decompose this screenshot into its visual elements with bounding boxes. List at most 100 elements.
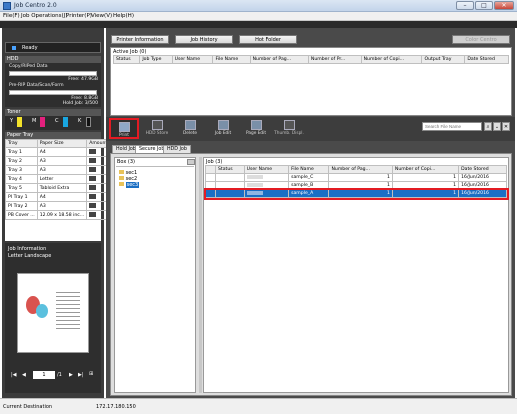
page-edit-label: Page Edit bbox=[245, 131, 267, 136]
color-centro-button: Color Centro bbox=[452, 35, 510, 44]
menu-view[interactable]: View(V) bbox=[91, 13, 112, 19]
active-col-header[interactable]: Status bbox=[112, 55, 141, 64]
active-col-header[interactable]: Job Type bbox=[139, 55, 173, 64]
prerip-data-label: Pre-RIP Data/Scan/Form bbox=[9, 83, 64, 88]
copy-data-free: Free: 47.9GB bbox=[68, 77, 98, 82]
page-navigator: |◀ ◀ 1 /1 ▶ ▶| ⊞ bbox=[11, 371, 95, 380]
prev-page-icon[interactable]: ◀ bbox=[22, 372, 26, 378]
menu-help[interactable]: Help(H) bbox=[113, 13, 134, 19]
first-page-icon[interactable]: |◀ bbox=[11, 372, 17, 378]
paper-tray-table-area: Tray Paper Size Amount Tray 1 A4 Tray 2 A3 T… bbox=[5, 139, 111, 241]
job-panel: Job (3) Status User Name File Name Number o… bbox=[203, 157, 509, 393]
active-col-header[interactable]: File Name bbox=[212, 55, 251, 64]
hdd-header: HDD bbox=[5, 56, 101, 63]
job-cell-file: sample_B bbox=[288, 181, 330, 190]
tray-cell-size: A4 bbox=[36, 147, 88, 157]
window-title: Job Centro 2.0 bbox=[14, 2, 57, 9]
page-edit-icon bbox=[250, 120, 262, 130]
job-row[interactable]: sample_A 1 1 16/Jun/2016 bbox=[203, 187, 509, 200]
panel-splitter[interactable] bbox=[199, 157, 202, 393]
job-col-header[interactable]: Date Stored bbox=[458, 165, 507, 174]
tray-level-icon bbox=[89, 157, 97, 163]
folder-item-sec3[interactable]: sec3 bbox=[119, 182, 140, 188]
job-cell-status bbox=[215, 181, 245, 190]
job-col-header[interactable]: Number of Pag... bbox=[328, 165, 393, 174]
tray-row: Tray 5 Tabloid Extra bbox=[5, 183, 111, 193]
close-button[interactable]: ✕ bbox=[494, 1, 514, 10]
job-row[interactable]: sample_C 1 1 16/Jun/2016 bbox=[205, 173, 507, 182]
thumbnail-icon bbox=[283, 120, 295, 130]
tray-row: PB Cover ... 12.09 x 18.58 inc... bbox=[5, 210, 111, 220]
job-col-header[interactable]: File Name bbox=[288, 165, 330, 174]
menu-printer[interactable]: Printer(P) bbox=[66, 13, 92, 19]
tray-level-icon bbox=[89, 202, 97, 208]
job-history-button[interactable]: Job History bbox=[175, 35, 233, 44]
left-panel: Ready HDD Copy/RIPed Data Free: 47.9GB P… bbox=[2, 28, 111, 398]
job-cell-copies: 1 bbox=[391, 181, 460, 190]
active-col-header[interactable]: Number of Copi... bbox=[360, 55, 423, 64]
job-row[interactable]: sample_B 1 1 16/Jun/2016 bbox=[205, 181, 507, 190]
tray-cell-tray: PB Cover ... bbox=[5, 210, 38, 220]
print-button[interactable]: Print bbox=[109, 118, 139, 139]
job-cell-file: sample_C bbox=[288, 173, 330, 182]
tray-level-icon bbox=[89, 166, 97, 172]
page-input[interactable]: 1 bbox=[33, 371, 55, 379]
toner-section: Y M C K bbox=[5, 116, 101, 130]
hot-folder-button[interactable]: Hot Folder bbox=[239, 35, 297, 44]
active-col-header[interactable]: Output Tray bbox=[421, 55, 466, 64]
active-col-header[interactable]: Number of Pag... bbox=[249, 55, 309, 64]
tray-level-icon bbox=[89, 184, 97, 190]
delete-button[interactable]: Delete bbox=[175, 118, 205, 139]
delete-label: Delete bbox=[182, 131, 198, 136]
search-input[interactable] bbox=[422, 122, 482, 131]
menu-file[interactable]: File(F) bbox=[3, 13, 20, 19]
status-bar: Current Destination 172.17.180.150 bbox=[0, 398, 517, 414]
box-title: Box (3) bbox=[117, 159, 135, 165]
printer-information-button[interactable]: Printer Information bbox=[111, 35, 169, 44]
hdd-section: Copy/RIPed Data Free: 47.9GB Pre-RIP Dat… bbox=[5, 63, 101, 107]
job-cell-pages: 1 bbox=[328, 189, 393, 198]
page-edit-button[interactable]: Page Edit bbox=[241, 118, 271, 139]
maximize-button[interactable]: □ bbox=[475, 1, 493, 10]
col-tray: Tray bbox=[5, 139, 38, 148]
tab-hdd-job[interactable]: HDD Job bbox=[163, 145, 191, 153]
copy-data-gauge bbox=[9, 71, 97, 76]
job-col-header[interactable]: Number of Copi... bbox=[391, 165, 460, 174]
job-col-header[interactable] bbox=[205, 165, 216, 174]
job-col-header[interactable]: User Name bbox=[243, 165, 290, 174]
thumb-text-lines bbox=[56, 292, 80, 332]
folder-label-selected: sec3 bbox=[125, 182, 140, 188]
next-page-icon[interactable]: ▶ bbox=[69, 372, 73, 378]
toner-k-label: K bbox=[78, 118, 82, 124]
chevron-down-icon[interactable]: ⌄ bbox=[493, 122, 501, 131]
last-page-icon[interactable]: ▶| bbox=[78, 372, 84, 378]
top-strip bbox=[0, 21, 517, 28]
job-cell-pages: 1 bbox=[328, 181, 393, 190]
job-info-section: Job Information Letter Landscape |◀ ◀ 1 … bbox=[5, 243, 101, 393]
title-bar: Job Centro 2.0 – □ ✕ bbox=[0, 0, 517, 12]
active-col-header[interactable]: User Name bbox=[171, 55, 214, 64]
tray-cell-size: Letter bbox=[36, 174, 88, 184]
search-icon[interactable]: ⌕ bbox=[484, 122, 492, 131]
folder-icon bbox=[119, 170, 124, 174]
close-search-icon[interactable]: ✕ bbox=[502, 122, 510, 131]
paper-tray-table: Tray Paper Size Amount Tray 1 A4 Tray 2 A3 T… bbox=[5, 139, 111, 220]
job-edit-label: Job Edit bbox=[214, 131, 232, 136]
job-col-header[interactable]: Status bbox=[215, 165, 245, 174]
active-col-header[interactable]: Number of Pr... bbox=[307, 55, 362, 64]
zoom-icon[interactable]: ⊞ bbox=[89, 371, 93, 377]
job-edit-button[interactable]: Job Edit bbox=[208, 118, 238, 139]
job-cell-file: sample_A bbox=[288, 189, 330, 198]
tray-cell-tray: Tray 4 bbox=[5, 174, 38, 184]
job-edit-icon bbox=[217, 120, 229, 130]
printer-status: Ready bbox=[5, 42, 101, 53]
page-total: /1 bbox=[57, 372, 62, 378]
toner-c-bar bbox=[63, 117, 68, 127]
box-divider bbox=[116, 166, 194, 167]
active-col-header[interactable]: Date Stored bbox=[464, 55, 509, 64]
hold-job-count: Hold Job: 3/500 bbox=[62, 101, 98, 106]
menu-job-operations[interactable]: Job Operations(J) bbox=[21, 13, 67, 19]
box-settings-icon[interactable] bbox=[187, 159, 195, 165]
minimize-button[interactable]: – bbox=[456, 1, 474, 10]
tray-cell-tray: Tray 3 bbox=[5, 165, 38, 175]
